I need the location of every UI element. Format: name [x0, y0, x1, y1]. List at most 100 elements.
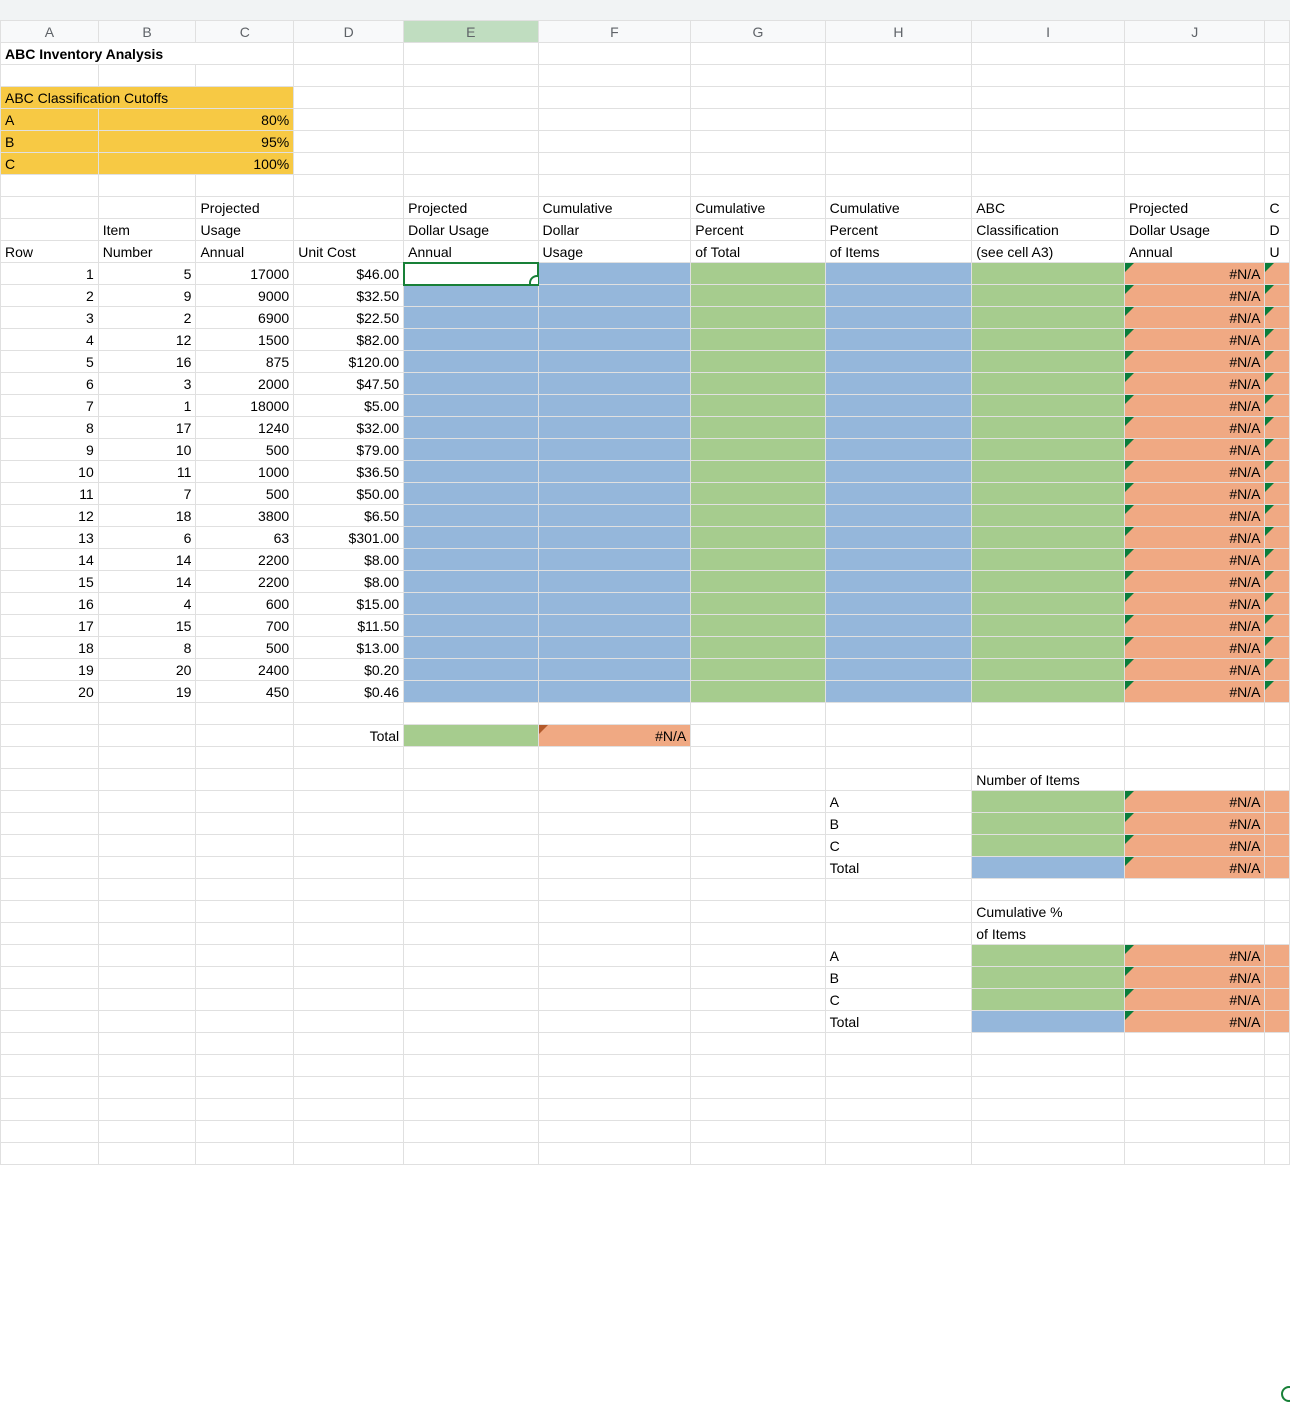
cell[interactable] [1265, 483, 1290, 505]
cell[interactable] [972, 593, 1125, 615]
cell-na[interactable]: #N/A [1124, 505, 1265, 527]
cell[interactable] [1265, 747, 1290, 769]
table-row[interactable]: 10111000$36.50#N/A [1, 461, 1290, 483]
cell[interactable] [972, 527, 1125, 549]
cell[interactable] [1265, 637, 1290, 659]
col-header-B[interactable]: B [98, 21, 196, 43]
cell[interactable] [1265, 153, 1290, 175]
cell[interactable] [538, 439, 691, 461]
cell[interactable] [538, 285, 691, 307]
cell-cost[interactable]: $82.00 [294, 329, 404, 351]
cell[interactable] [196, 769, 294, 791]
cell[interactable] [294, 1077, 404, 1099]
cell[interactable] [98, 725, 196, 747]
cell-item[interactable]: 1 [98, 395, 196, 417]
cell-usage[interactable]: 9000 [196, 285, 294, 307]
cell[interactable] [1124, 1099, 1265, 1121]
cell[interactable] [825, 1055, 972, 1077]
cell[interactable] [538, 1143, 691, 1165]
cell[interactable] [825, 461, 972, 483]
table-row[interactable]: 1715700$11.50#N/A [1, 615, 1290, 637]
cell[interactable] [538, 593, 691, 615]
cell-item[interactable]: 2 [98, 307, 196, 329]
cell[interactable] [691, 571, 825, 593]
cell[interactable] [196, 1143, 294, 1165]
cell[interactable] [1, 1099, 99, 1121]
cell[interactable] [825, 395, 972, 417]
cell[interactable] [404, 439, 538, 461]
cell[interactable] [196, 857, 294, 879]
cell-na[interactable]: #N/A [1124, 307, 1265, 329]
cell[interactable] [825, 747, 972, 769]
cell[interactable] [1124, 43, 1265, 65]
cell-row[interactable]: 7 [1, 395, 99, 417]
cell[interactable] [972, 791, 1125, 813]
cell[interactable] [825, 725, 972, 747]
cell[interactable] [1265, 549, 1290, 571]
cell[interactable] [825, 527, 972, 549]
cell-na[interactable]: #N/A [1124, 417, 1265, 439]
cell-na[interactable]: #N/A [1124, 483, 1265, 505]
cell[interactable] [98, 879, 196, 901]
cell[interactable] [538, 43, 691, 65]
cell-row[interactable]: 10 [1, 461, 99, 483]
cell-row[interactable]: 5 [1, 351, 99, 373]
cell[interactable] [1265, 373, 1290, 395]
summary-na[interactable]: #N/A [1124, 813, 1265, 835]
cell[interactable] [404, 857, 538, 879]
cell-cost[interactable]: $36.50 [294, 461, 404, 483]
cell-item[interactable]: 9 [98, 285, 196, 307]
cell[interactable] [691, 791, 825, 813]
cell[interactable] [538, 1121, 691, 1143]
cell[interactable] [404, 65, 538, 87]
cell[interactable] [691, 373, 825, 395]
cell[interactable] [972, 1077, 1125, 1099]
cell[interactable] [538, 87, 691, 109]
summary-na[interactable]: #N/A [1124, 857, 1265, 879]
col-header-E[interactable]: E [404, 21, 538, 43]
cell[interactable] [1265, 263, 1290, 285]
cell-na[interactable]: #N/A [1124, 351, 1265, 373]
cell[interactable] [404, 879, 538, 901]
cell[interactable] [825, 351, 972, 373]
cell[interactable] [98, 1011, 196, 1033]
cell[interactable] [404, 351, 538, 373]
cell[interactable] [691, 1077, 825, 1099]
cell[interactable] [825, 483, 972, 505]
cell[interactable] [196, 879, 294, 901]
cell[interactable] [294, 769, 404, 791]
cell-usage[interactable]: 600 [196, 593, 294, 615]
cell-usage[interactable]: 500 [196, 439, 294, 461]
table-row[interactable]: 8171240$32.00#N/A [1, 417, 1290, 439]
cell[interactable] [825, 87, 972, 109]
table-row[interactable]: 4121500$82.00#N/A [1, 329, 1290, 351]
cell[interactable] [404, 131, 538, 153]
cell-cost[interactable]: $79.00 [294, 439, 404, 461]
cell[interactable] [972, 439, 1125, 461]
cell[interactable] [1, 65, 99, 87]
cell[interactable] [1, 945, 99, 967]
cell[interactable] [538, 791, 691, 813]
cell-cost[interactable]: $5.00 [294, 395, 404, 417]
cell[interactable] [825, 417, 972, 439]
cell[interactable] [1124, 65, 1265, 87]
cell-na[interactable]: #N/A [1124, 461, 1265, 483]
cell-na[interactable]: #N/A [1124, 329, 1265, 351]
cell[interactable] [538, 373, 691, 395]
cell[interactable] [972, 1143, 1125, 1165]
cell-cost[interactable]: $11.50 [294, 615, 404, 637]
cell-na[interactable]: #N/A [1124, 395, 1265, 417]
cell[interactable] [1265, 901, 1290, 923]
cell[interactable] [691, 725, 825, 747]
cell[interactable] [404, 615, 538, 637]
cell[interactable] [1265, 307, 1290, 329]
table-row[interactable]: 15142200$8.00#N/A [1, 571, 1290, 593]
cell[interactable] [691, 1143, 825, 1165]
cell-item[interactable]: 16 [98, 351, 196, 373]
cell-cost[interactable]: $8.00 [294, 549, 404, 571]
cell[interactable] [538, 175, 691, 197]
cell[interactable] [404, 285, 538, 307]
cell[interactable] [691, 527, 825, 549]
cell[interactable] [691, 395, 825, 417]
table-row[interactable]: 7118000$5.00#N/A [1, 395, 1290, 417]
